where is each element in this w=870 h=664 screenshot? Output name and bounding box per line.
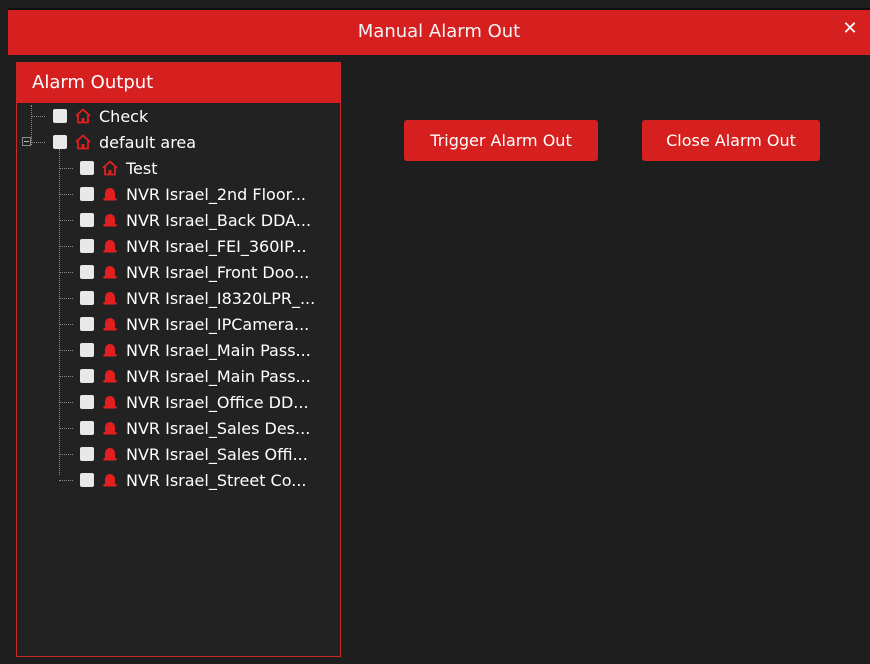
tree-item[interactable]: NVR Israel_Main Pass...	[80, 337, 311, 363]
tree-connector	[59, 246, 73, 247]
checkbox[interactable]	[80, 239, 94, 253]
checkbox[interactable]	[80, 265, 94, 279]
tree-item[interactable]: NVR Israel_Sales Des...	[80, 415, 310, 441]
alarm-bell-icon	[102, 472, 126, 488]
tree-item[interactable]: NVR Israel_Front Doo...	[80, 259, 309, 285]
alarm-bell-icon	[102, 264, 126, 280]
tree-item[interactable]: NVR Israel_Main Pass...	[80, 363, 311, 389]
tree-connector	[31, 116, 45, 117]
tree-connector	[59, 194, 73, 195]
checkbox[interactable]	[80, 369, 94, 383]
alarm-bell-icon	[102, 394, 126, 410]
tree-item-label: NVR Israel_Back DDA...	[126, 210, 312, 230]
tree-connector	[59, 350, 73, 351]
tree-item-label: NVR Israel_Main Pass...	[126, 366, 311, 386]
tree-connector	[59, 324, 73, 325]
checkbox[interactable]	[80, 343, 94, 357]
tree-item-label: NVR Israel_Office DD...	[126, 392, 309, 412]
alarm-output-tree: Check default area Test NVR Israel_2nd Floo…	[17, 103, 340, 643]
tree-connector	[59, 376, 73, 377]
tree-item-label: Check	[99, 106, 149, 126]
title-bar: Manual Alarm Out ✕	[8, 8, 870, 55]
tree-item[interactable]: NVR Israel_Street Co...	[80, 467, 306, 493]
tree-connector	[59, 168, 73, 169]
alarm-bell-icon	[102, 212, 126, 228]
tree-connector	[59, 149, 60, 475]
tree-item[interactable]: NVR Israel_Back DDA...	[80, 207, 311, 233]
home-icon	[75, 108, 99, 124]
tree-connector	[59, 480, 73, 481]
checkbox[interactable]	[53, 109, 67, 123]
tree-connector	[59, 272, 73, 273]
window-title: Manual Alarm Out	[357, 21, 521, 42]
tree-connector	[59, 402, 73, 403]
tree-item[interactable]: NVR Israel_I8320LPR_...	[80, 285, 315, 311]
alarm-bell-icon	[102, 420, 126, 436]
tree-item[interactable]: Check	[53, 103, 148, 129]
checkbox[interactable]	[80, 317, 94, 331]
tree-connector	[59, 298, 73, 299]
alarm-bell-icon	[102, 238, 126, 254]
tree-item[interactable]: NVR Israel_FEI_360IP...	[80, 233, 307, 259]
checkbox[interactable]	[80, 395, 94, 409]
tree-item-label: NVR Israel_Sales Offi...	[126, 444, 308, 464]
tree-item[interactable]: NVR Israel_Office DD...	[80, 389, 309, 415]
panel-header: Alarm Output	[17, 63, 340, 103]
checkbox[interactable]	[80, 473, 94, 487]
close-alarm-out-button[interactable]: Close Alarm Out	[642, 120, 820, 161]
dialog-body: Alarm Output Check default area Test NVR Is…	[8, 55, 870, 664]
tree-item-label: NVR Israel_2nd Floor...	[126, 184, 306, 204]
tree-item-label: Test	[126, 158, 158, 178]
alarm-bell-icon	[102, 186, 126, 202]
checkbox[interactable]	[80, 213, 94, 227]
tree-item[interactable]: NVR Israel_2nd Floor...	[80, 181, 306, 207]
alarm-bell-icon	[102, 446, 126, 462]
checkbox[interactable]	[53, 135, 67, 149]
alarm-output-panel: Alarm Output Check default area Test NVR Is…	[16, 62, 341, 657]
tree-item-label: NVR Israel_Street Co...	[126, 470, 307, 490]
tree-item[interactable]: default area	[53, 129, 196, 155]
checkbox[interactable]	[80, 291, 94, 305]
checkbox[interactable]	[80, 187, 94, 201]
alarm-bell-icon	[102, 368, 126, 384]
trigger-alarm-out-button[interactable]: Trigger Alarm Out	[404, 120, 598, 161]
alarm-bell-icon	[102, 316, 126, 332]
tree-item-label: NVR Israel_FEI_360IP...	[126, 236, 307, 256]
tree-item-label: NVR Israel_Main Pass...	[126, 340, 311, 360]
tree-connector	[31, 105, 32, 145]
checkbox[interactable]	[80, 421, 94, 435]
checkbox[interactable]	[80, 447, 94, 461]
tree-item-label: NVR Israel_I8320LPR_...	[126, 288, 316, 308]
alarm-bell-icon	[102, 290, 126, 306]
tree-item-label: NVR Israel_Front Doo...	[126, 262, 310, 282]
close-icon[interactable]: ✕	[840, 19, 860, 39]
tree-item-label: NVR Israel_Sales Des...	[126, 418, 311, 438]
tree-connector	[59, 454, 73, 455]
home-icon	[75, 134, 99, 150]
tree-connector	[31, 142, 45, 143]
alarm-bell-icon	[102, 342, 126, 358]
tree-item[interactable]: Test	[80, 155, 158, 181]
tree-connector	[59, 428, 73, 429]
collapse-toggle-icon[interactable]	[22, 137, 31, 146]
tree-item-label: NVR Israel_IPCamera...	[126, 314, 310, 334]
tree-item[interactable]: NVR Israel_Sales Offi...	[80, 441, 308, 467]
tree-item-label: default area	[99, 132, 197, 152]
home-icon	[102, 160, 126, 176]
checkbox[interactable]	[80, 161, 94, 175]
tree-connector	[59, 220, 73, 221]
tree-item[interactable]: NVR Israel_IPCamera...	[80, 311, 309, 337]
